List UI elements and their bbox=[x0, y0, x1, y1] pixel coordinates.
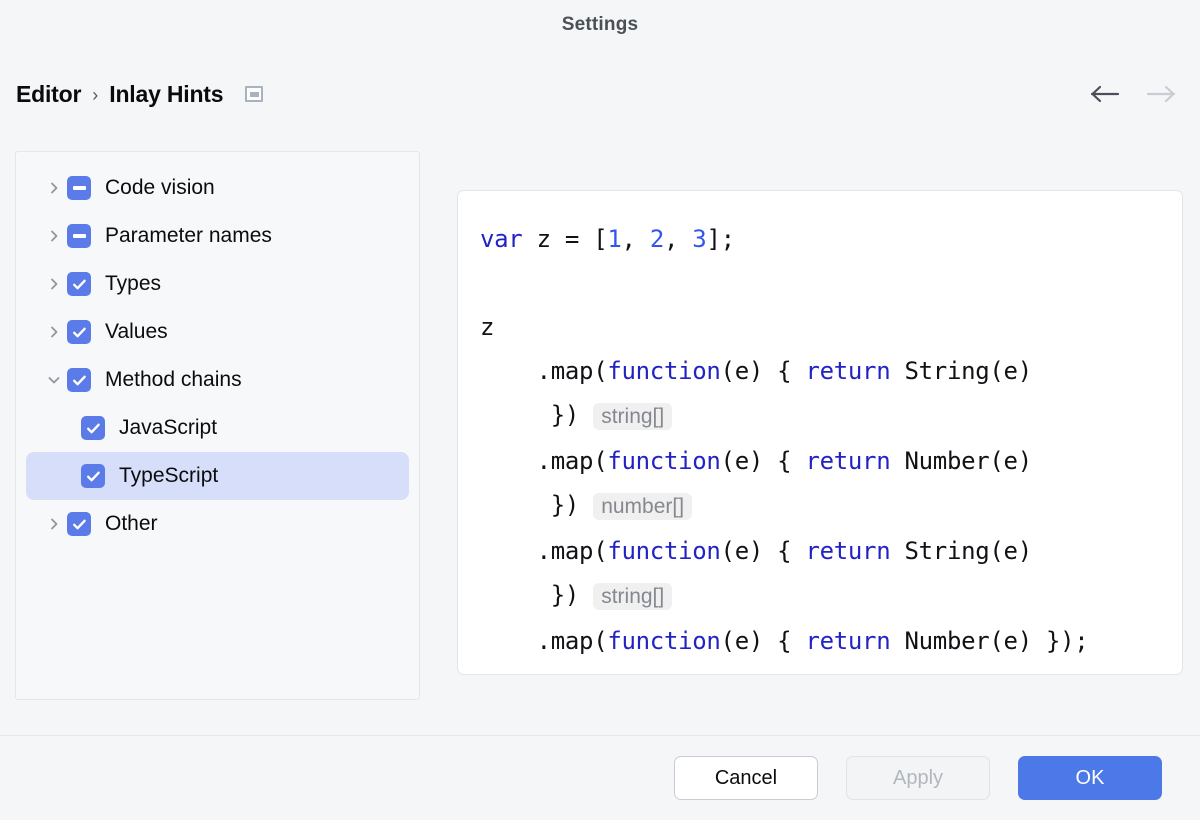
tree-item-label: Parameter names bbox=[105, 224, 272, 248]
chevron-right-icon[interactable] bbox=[41, 325, 67, 339]
code-keyword: var bbox=[480, 225, 522, 253]
checkbox-checked[interactable] bbox=[81, 464, 105, 488]
tree-item-label: Values bbox=[105, 320, 168, 344]
code-text: .map( bbox=[480, 537, 607, 565]
breadcrumb-separator: › bbox=[92, 85, 98, 106]
breadcrumb-current: Inlay Hints bbox=[109, 81, 223, 108]
code-keyword: function bbox=[607, 537, 720, 565]
checkbox-indeterminate[interactable] bbox=[67, 176, 91, 200]
code-text: (e) { bbox=[721, 357, 806, 385]
tree-item-label: Code vision bbox=[105, 176, 215, 200]
code-line: .map(function(e) { return String(e) bbox=[480, 349, 1182, 393]
tree-item-label: JavaScript bbox=[119, 416, 217, 440]
settings-dialog: Settings Editor › Inlay Hints Code visio… bbox=[0, 0, 1200, 820]
tree-row[interactable]: TypeScript bbox=[26, 452, 409, 500]
code-text: ]; bbox=[706, 225, 734, 253]
tree-item-label: TypeScript bbox=[119, 464, 218, 488]
code-text: (e) { bbox=[721, 537, 806, 565]
tree-item-label: Method chains bbox=[105, 368, 242, 392]
inlay-hint-chip: string[] bbox=[593, 403, 672, 430]
tree-item-label: Other bbox=[105, 512, 158, 536]
code-keyword: return bbox=[805, 447, 890, 475]
code-line: .map(function(e) { return String(e) bbox=[480, 529, 1182, 573]
code-text: }) bbox=[480, 401, 593, 429]
chevron-down-icon[interactable] bbox=[41, 373, 67, 387]
code-line: }) string[] bbox=[480, 573, 1182, 619]
tree-row[interactable]: Code vision bbox=[26, 164, 409, 212]
tree-row[interactable]: Other bbox=[26, 500, 409, 548]
code-keyword: function bbox=[607, 357, 720, 385]
code-text: .map( bbox=[480, 447, 607, 475]
tree-row[interactable]: Types bbox=[26, 260, 409, 308]
navigation-arrows bbox=[1090, 80, 1176, 108]
code-text: , bbox=[664, 225, 692, 253]
code-text: (e) { bbox=[721, 447, 806, 475]
chevron-right-icon[interactable] bbox=[41, 229, 67, 243]
inlay-hint-chip: number[] bbox=[593, 493, 692, 520]
code-keyword: return bbox=[805, 537, 890, 565]
code-line: z bbox=[480, 305, 1182, 349]
tree-row[interactable]: Method chains bbox=[26, 356, 409, 404]
apply-button[interactable]: Apply bbox=[846, 756, 990, 800]
code-text: String(e) bbox=[890, 537, 1032, 565]
code-number: 3 bbox=[692, 225, 706, 253]
chevron-right-icon[interactable] bbox=[41, 277, 67, 291]
checkbox-indeterminate[interactable] bbox=[67, 224, 91, 248]
code-text: String(e) bbox=[890, 357, 1032, 385]
code-keyword: return bbox=[805, 627, 890, 655]
code-text: }) bbox=[480, 581, 593, 609]
tree-row[interactable]: Parameter names bbox=[26, 212, 409, 260]
code-preview-panel: var z = [1, 2, 3]; z .map(function(e) { … bbox=[457, 190, 1183, 675]
breadcrumb-row: Editor › Inlay Hints bbox=[0, 72, 1200, 116]
code-number: 2 bbox=[650, 225, 664, 253]
dialog-title: Settings bbox=[562, 14, 639, 36]
code-keyword: function bbox=[607, 447, 720, 475]
code-line bbox=[480, 261, 1182, 305]
code-keyword: function bbox=[607, 627, 720, 655]
code-text: (e) { bbox=[721, 627, 806, 655]
tree-row[interactable]: Values bbox=[26, 308, 409, 356]
breadcrumb-root[interactable]: Editor bbox=[16, 81, 81, 108]
arrow-left-icon[interactable] bbox=[1090, 80, 1120, 108]
dialog-footer: Cancel Apply OK bbox=[0, 736, 1200, 820]
code-line: var z = [1, 2, 3]; bbox=[480, 217, 1182, 261]
checkbox-checked[interactable] bbox=[67, 272, 91, 296]
code-text: Number(e) }); bbox=[890, 627, 1088, 655]
checkbox-checked[interactable] bbox=[67, 512, 91, 536]
dash-icon bbox=[73, 234, 86, 238]
tree-row[interactable]: JavaScript bbox=[26, 404, 409, 452]
panel-icon[interactable] bbox=[245, 86, 263, 102]
code-line: }) number[] bbox=[480, 483, 1182, 529]
dialog-title-bar: Settings bbox=[0, 0, 1200, 50]
code-text: , bbox=[622, 225, 650, 253]
chevron-right-icon[interactable] bbox=[41, 181, 67, 195]
code-text: Number(e) bbox=[890, 447, 1032, 475]
dash-icon bbox=[73, 186, 86, 190]
code-number: 1 bbox=[607, 225, 621, 253]
arrow-right-icon bbox=[1146, 80, 1176, 108]
code-text: }) bbox=[480, 491, 593, 519]
chevron-right-icon[interactable] bbox=[41, 517, 67, 531]
code-text: z = [ bbox=[522, 225, 607, 253]
code-text: .map( bbox=[480, 627, 607, 655]
checkbox-checked[interactable] bbox=[67, 368, 91, 392]
code-text: z bbox=[480, 313, 494, 341]
code-keyword: return bbox=[805, 357, 890, 385]
checkbox-checked[interactable] bbox=[67, 320, 91, 344]
code-line: .map(function(e) { return Number(e) bbox=[480, 439, 1182, 483]
checkbox-checked[interactable] bbox=[81, 416, 105, 440]
code-text: .map( bbox=[480, 357, 607, 385]
inlay-hints-tree[interactable]: Code vision Parameter names Types Values Met… bbox=[15, 151, 420, 700]
ok-button[interactable]: OK bbox=[1018, 756, 1162, 800]
tree-item-label: Types bbox=[105, 272, 161, 296]
inlay-hint-chip: string[] bbox=[593, 583, 672, 610]
cancel-button[interactable]: Cancel bbox=[674, 756, 818, 800]
code-line: }) string[] bbox=[480, 393, 1182, 439]
code-line: .map(function(e) { return Number(e) }); bbox=[480, 619, 1182, 663]
